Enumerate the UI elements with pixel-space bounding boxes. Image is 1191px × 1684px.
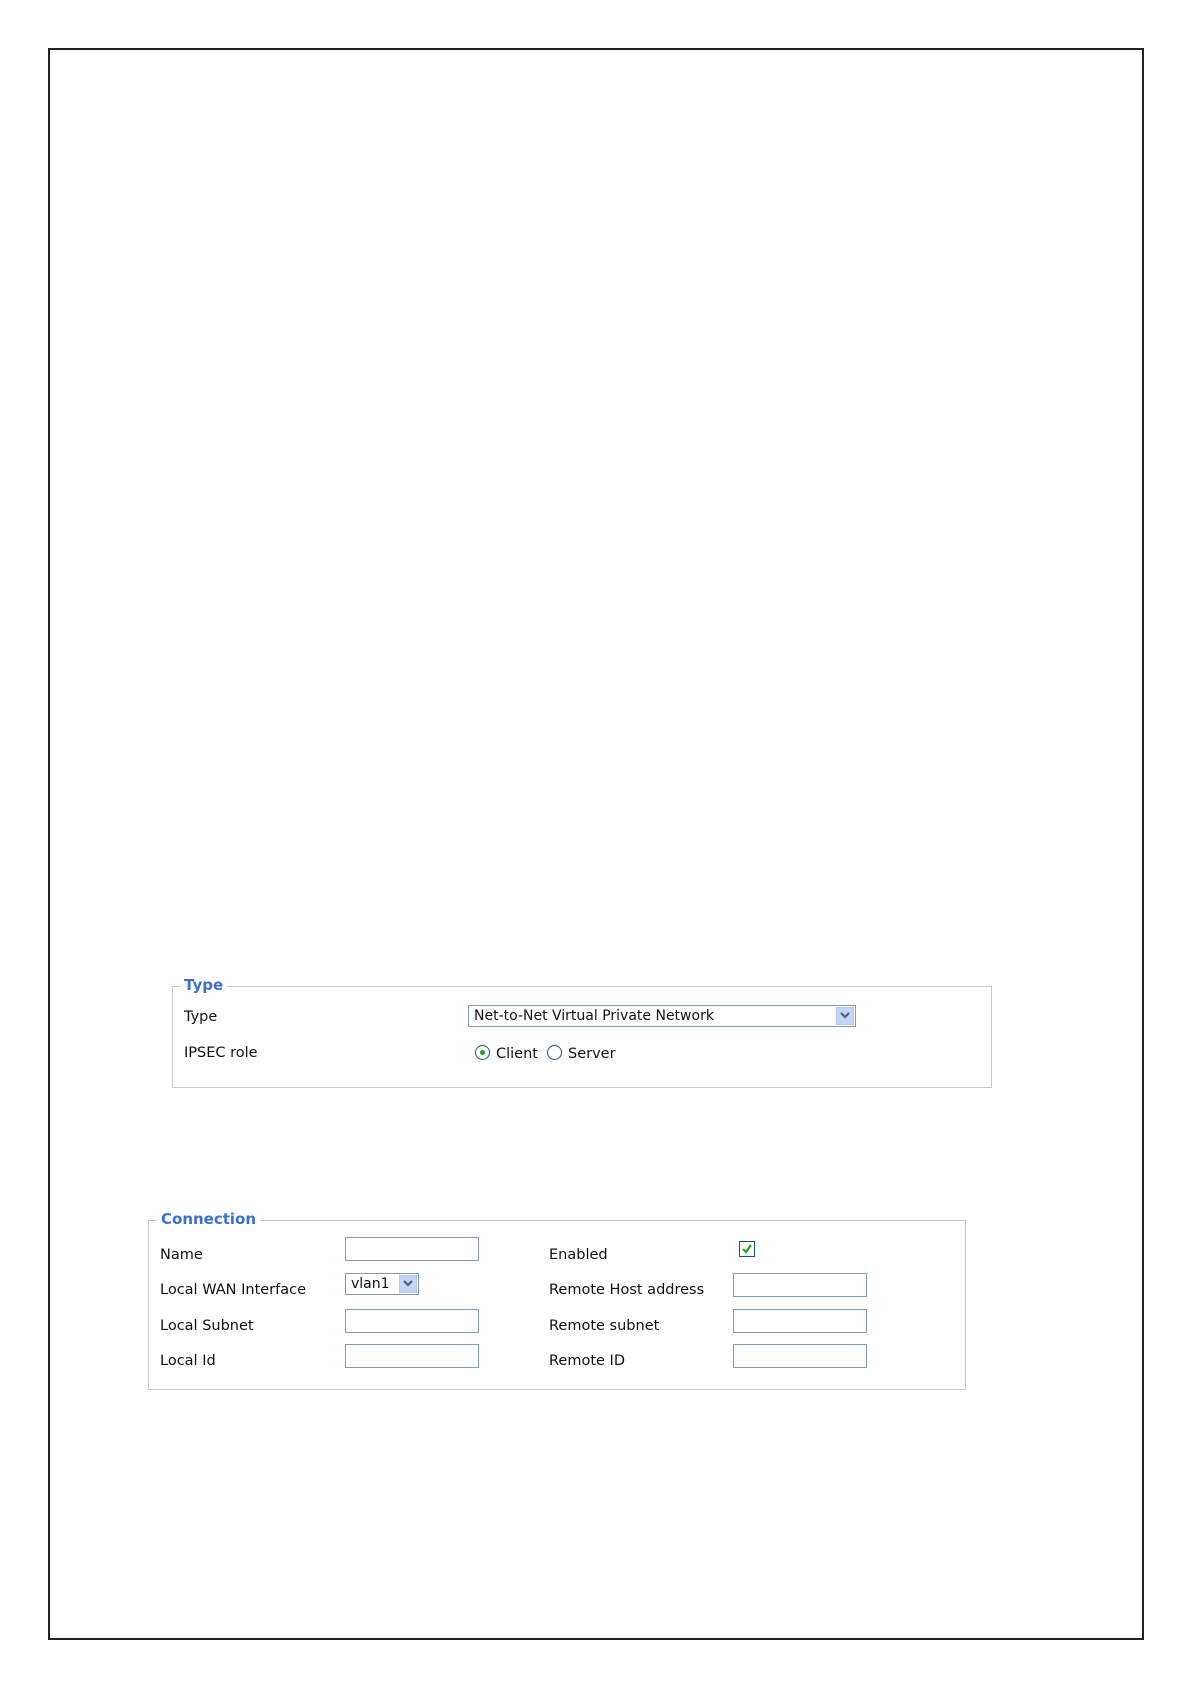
- page-frame: [48, 48, 1144, 1640]
- chevron-down-icon: [840, 1012, 850, 1019]
- name-input[interactable]: [345, 1237, 479, 1261]
- role-client-radio[interactable]: [475, 1045, 490, 1060]
- local-wan-interface-select[interactable]: vlan1: [345, 1273, 419, 1295]
- chevron-down-icon: [403, 1280, 413, 1287]
- type-fieldset: Type Type Net-to-Net Virtual Private Net…: [172, 975, 992, 1088]
- local-id-input[interactable]: [345, 1344, 479, 1368]
- role-server-label[interactable]: Server: [568, 1044, 616, 1064]
- local-subnet-input[interactable]: [345, 1309, 479, 1333]
- local-wan-interface-value: vlan1: [351, 1276, 390, 1292]
- role-client-label[interactable]: Client: [496, 1044, 538, 1064]
- name-label: Name: [160, 1247, 203, 1263]
- enabled-checkbox[interactable]: [739, 1241, 755, 1257]
- local-wan-interface-label: Local WAN Interface: [160, 1282, 307, 1298]
- checkmark-icon: [742, 1244, 752, 1254]
- type-select-value: Net-to-Net Virtual Private Network: [474, 1008, 714, 1024]
- remote-host-address-input[interactable]: [733, 1273, 867, 1297]
- remote-subnet-label: Remote subnet: [549, 1318, 660, 1334]
- ipsec-role-label: IPSEC role: [184, 1045, 258, 1061]
- remote-id-label: Remote ID: [549, 1353, 625, 1369]
- type-select[interactable]: Net-to-Net Virtual Private Network: [468, 1005, 856, 1027]
- type-label: Type: [184, 1009, 218, 1025]
- local-id-label: Local Id: [160, 1353, 216, 1369]
- enabled-label: Enabled: [549, 1247, 608, 1263]
- connection-legend: Connection: [157, 1209, 261, 1229]
- type-select-dropdown-button[interactable]: [836, 1007, 854, 1025]
- role-server-radio[interactable]: [547, 1045, 562, 1060]
- type-legend: Type: [180, 975, 228, 995]
- remote-subnet-input[interactable]: [733, 1309, 867, 1333]
- wan-select-dropdown-button[interactable]: [399, 1275, 417, 1293]
- local-subnet-label: Local Subnet: [160, 1318, 254, 1334]
- remote-id-input[interactable]: [733, 1344, 867, 1368]
- radio-selected-dot: [480, 1050, 485, 1055]
- remote-host-address-label: Remote Host address: [549, 1282, 705, 1298]
- connection-fieldset: Connection Name Local WAN Interface Loca…: [148, 1209, 966, 1390]
